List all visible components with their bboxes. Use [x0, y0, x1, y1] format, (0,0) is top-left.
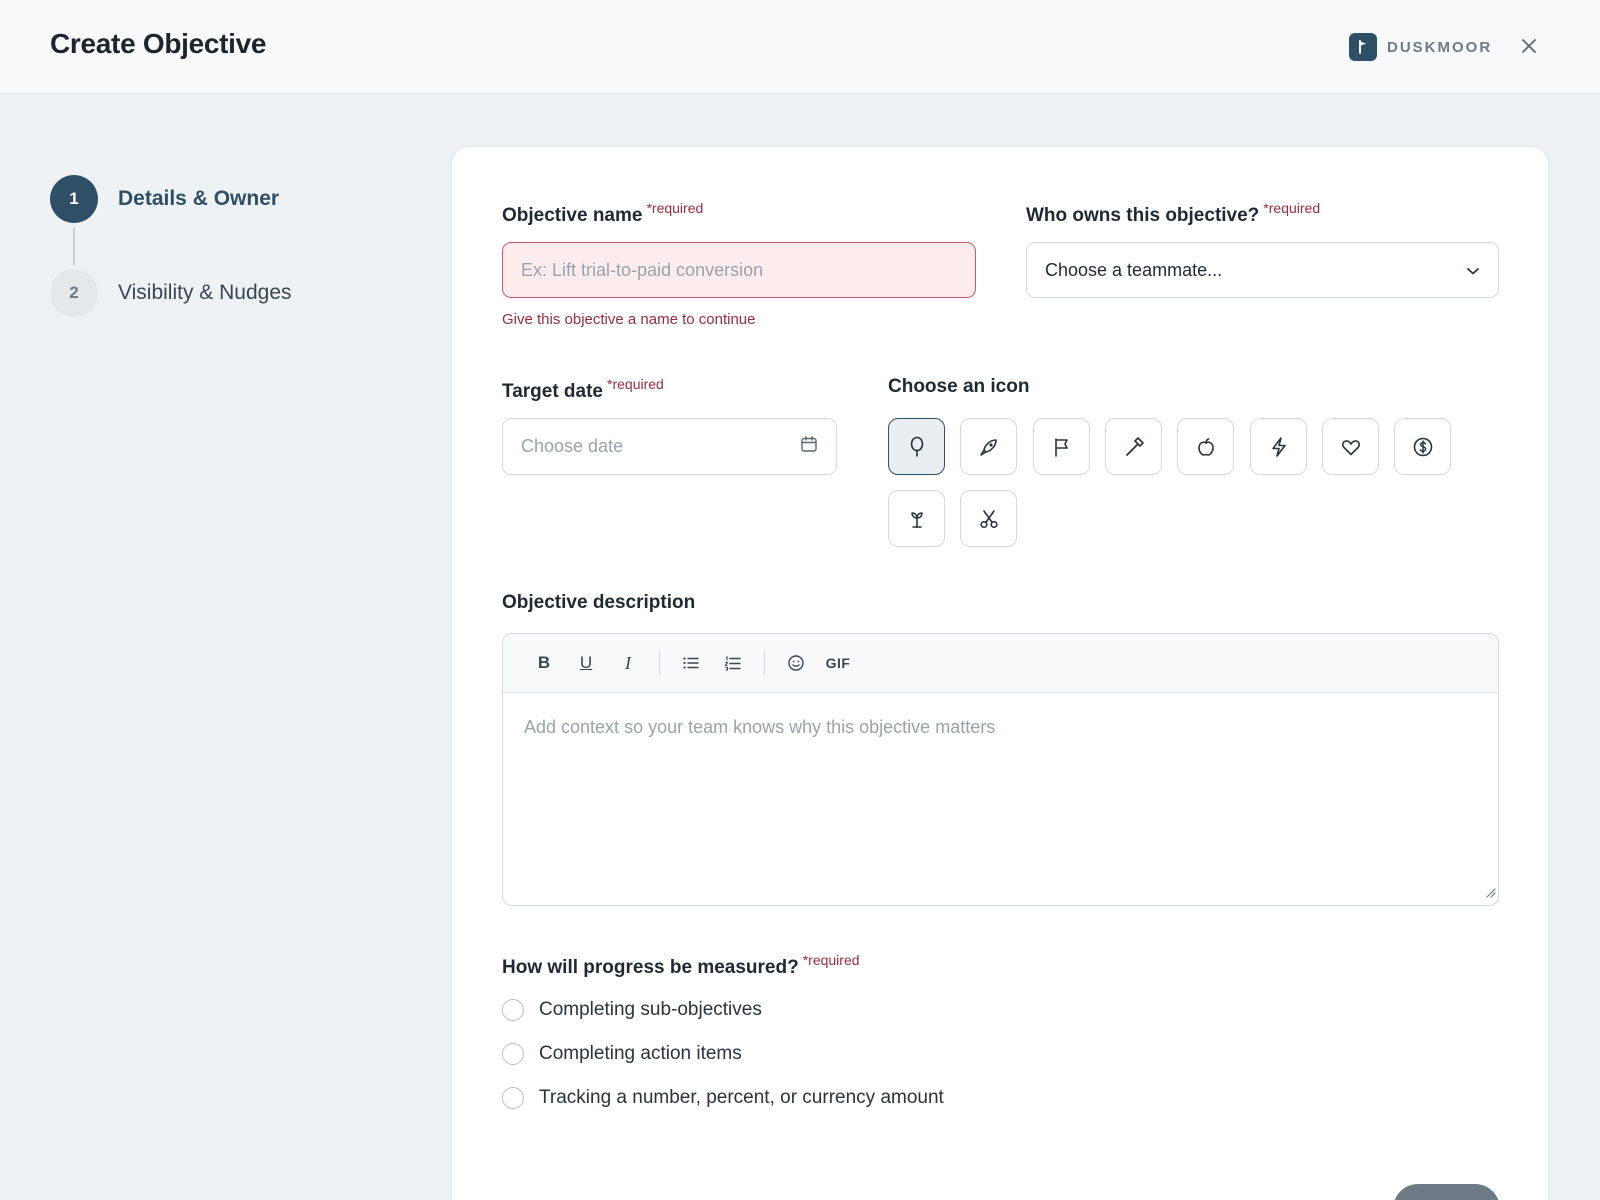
objective-name-placeholder: Ex: Lift trial-to-paid conversion [521, 259, 764, 280]
progress-option-tracking-number[interactable]: Tracking a number, percent, or currency … [502, 1087, 944, 1109]
toolbar-divider [764, 651, 765, 675]
target-date-input[interactable]: Choose date [502, 418, 837, 475]
editor-toolbar: B U I GIF [503, 634, 1498, 693]
italic-button[interactable]: I [607, 645, 649, 681]
required-marker: *required [607, 376, 664, 392]
step-visibility-nudges[interactable]: 2 Visibility & Nudges [50, 269, 350, 317]
progress-option-action-items[interactable]: Completing action items [502, 1043, 742, 1065]
step-label: Details & Owner [118, 187, 280, 210]
brand: DUSKMOOR [1349, 32, 1492, 62]
radio-button[interactable] [502, 1043, 524, 1065]
lightning-icon[interactable] [1250, 418, 1307, 475]
progress-label: How will progress be measured? *required [502, 952, 860, 978]
bold-button[interactable]: B [523, 645, 565, 681]
gif-button[interactable]: GIF [817, 645, 859, 681]
toolbar-divider [659, 651, 660, 675]
bullet-list-icon[interactable] [670, 645, 712, 681]
brand-logo-icon [1349, 33, 1377, 61]
target-date-placeholder: Choose date [521, 436, 624, 456]
brand-name: DUSKMOOR [1387, 38, 1493, 56]
objective-name-input[interactable]: Ex: Lift trial-to-paid conversion [502, 242, 976, 298]
plant-icon[interactable] [888, 490, 945, 547]
required-marker: *required [802, 952, 860, 968]
icon-picker-label: Choose an icon [888, 376, 1030, 397]
scissors-icon[interactable] [960, 490, 1017, 547]
required-marker: *required [1263, 200, 1321, 216]
step-number: 2 [50, 269, 98, 317]
rocket-icon[interactable] [960, 418, 1017, 475]
required-marker: *required [646, 200, 704, 216]
step-details-owner[interactable]: 1 Details & Owner [50, 175, 350, 223]
step-label: Visibility & Nudges [118, 281, 292, 304]
owner-select-value: Choose a teammate... [1045, 259, 1223, 280]
heart-icon[interactable] [1322, 418, 1379, 475]
description-placeholder: Add context so your team knows why this … [524, 717, 996, 737]
progress-option-sub-objectives[interactable]: Completing sub-objectives [502, 999, 762, 1021]
numbered-list-icon[interactable] [712, 645, 754, 681]
close-icon[interactable] [1515, 32, 1543, 60]
dollar-coin-icon[interactable] [1394, 418, 1451, 475]
step-connector [73, 227, 75, 265]
description-label: Objective description [502, 592, 696, 613]
radio-label: Completing sub-objectives [539, 999, 762, 1020]
description-editor[interactable]: B U I GIF Add context so your team knows… [502, 633, 1499, 906]
target-date-label: Target date *required [502, 376, 664, 402]
hammer-icon[interactable] [1105, 418, 1162, 475]
radio-label: Completing action items [539, 1043, 742, 1064]
balloon-icon[interactable] [888, 418, 945, 475]
owner-label: Who owns this objective? *required [1026, 200, 1321, 226]
flag-icon[interactable] [1033, 418, 1090, 475]
radio-label: Tracking a number, percent, or currency … [539, 1087, 944, 1108]
calendar-icon [800, 435, 818, 458]
owner-select[interactable]: Choose a teammate... [1026, 242, 1499, 298]
page-title: Create Objective [50, 28, 267, 59]
radio-button[interactable] [502, 1087, 524, 1109]
apple-icon[interactable] [1177, 418, 1234, 475]
step-number: 1 [50, 175, 98, 223]
underline-button[interactable]: U [565, 645, 607, 681]
resize-handle-icon[interactable] [1484, 885, 1496, 903]
top-bar: Create Objective DUSKMOOR [0, 0, 1600, 94]
radio-button[interactable] [502, 999, 524, 1021]
objective-name-label: Objective name *required [502, 200, 704, 226]
chevron-down-icon [1466, 260, 1480, 281]
next-button[interactable] [1393, 1184, 1500, 1200]
objective-name-error: Give this objective a name to continue [502, 311, 756, 328]
emoji-icon[interactable] [775, 645, 817, 681]
